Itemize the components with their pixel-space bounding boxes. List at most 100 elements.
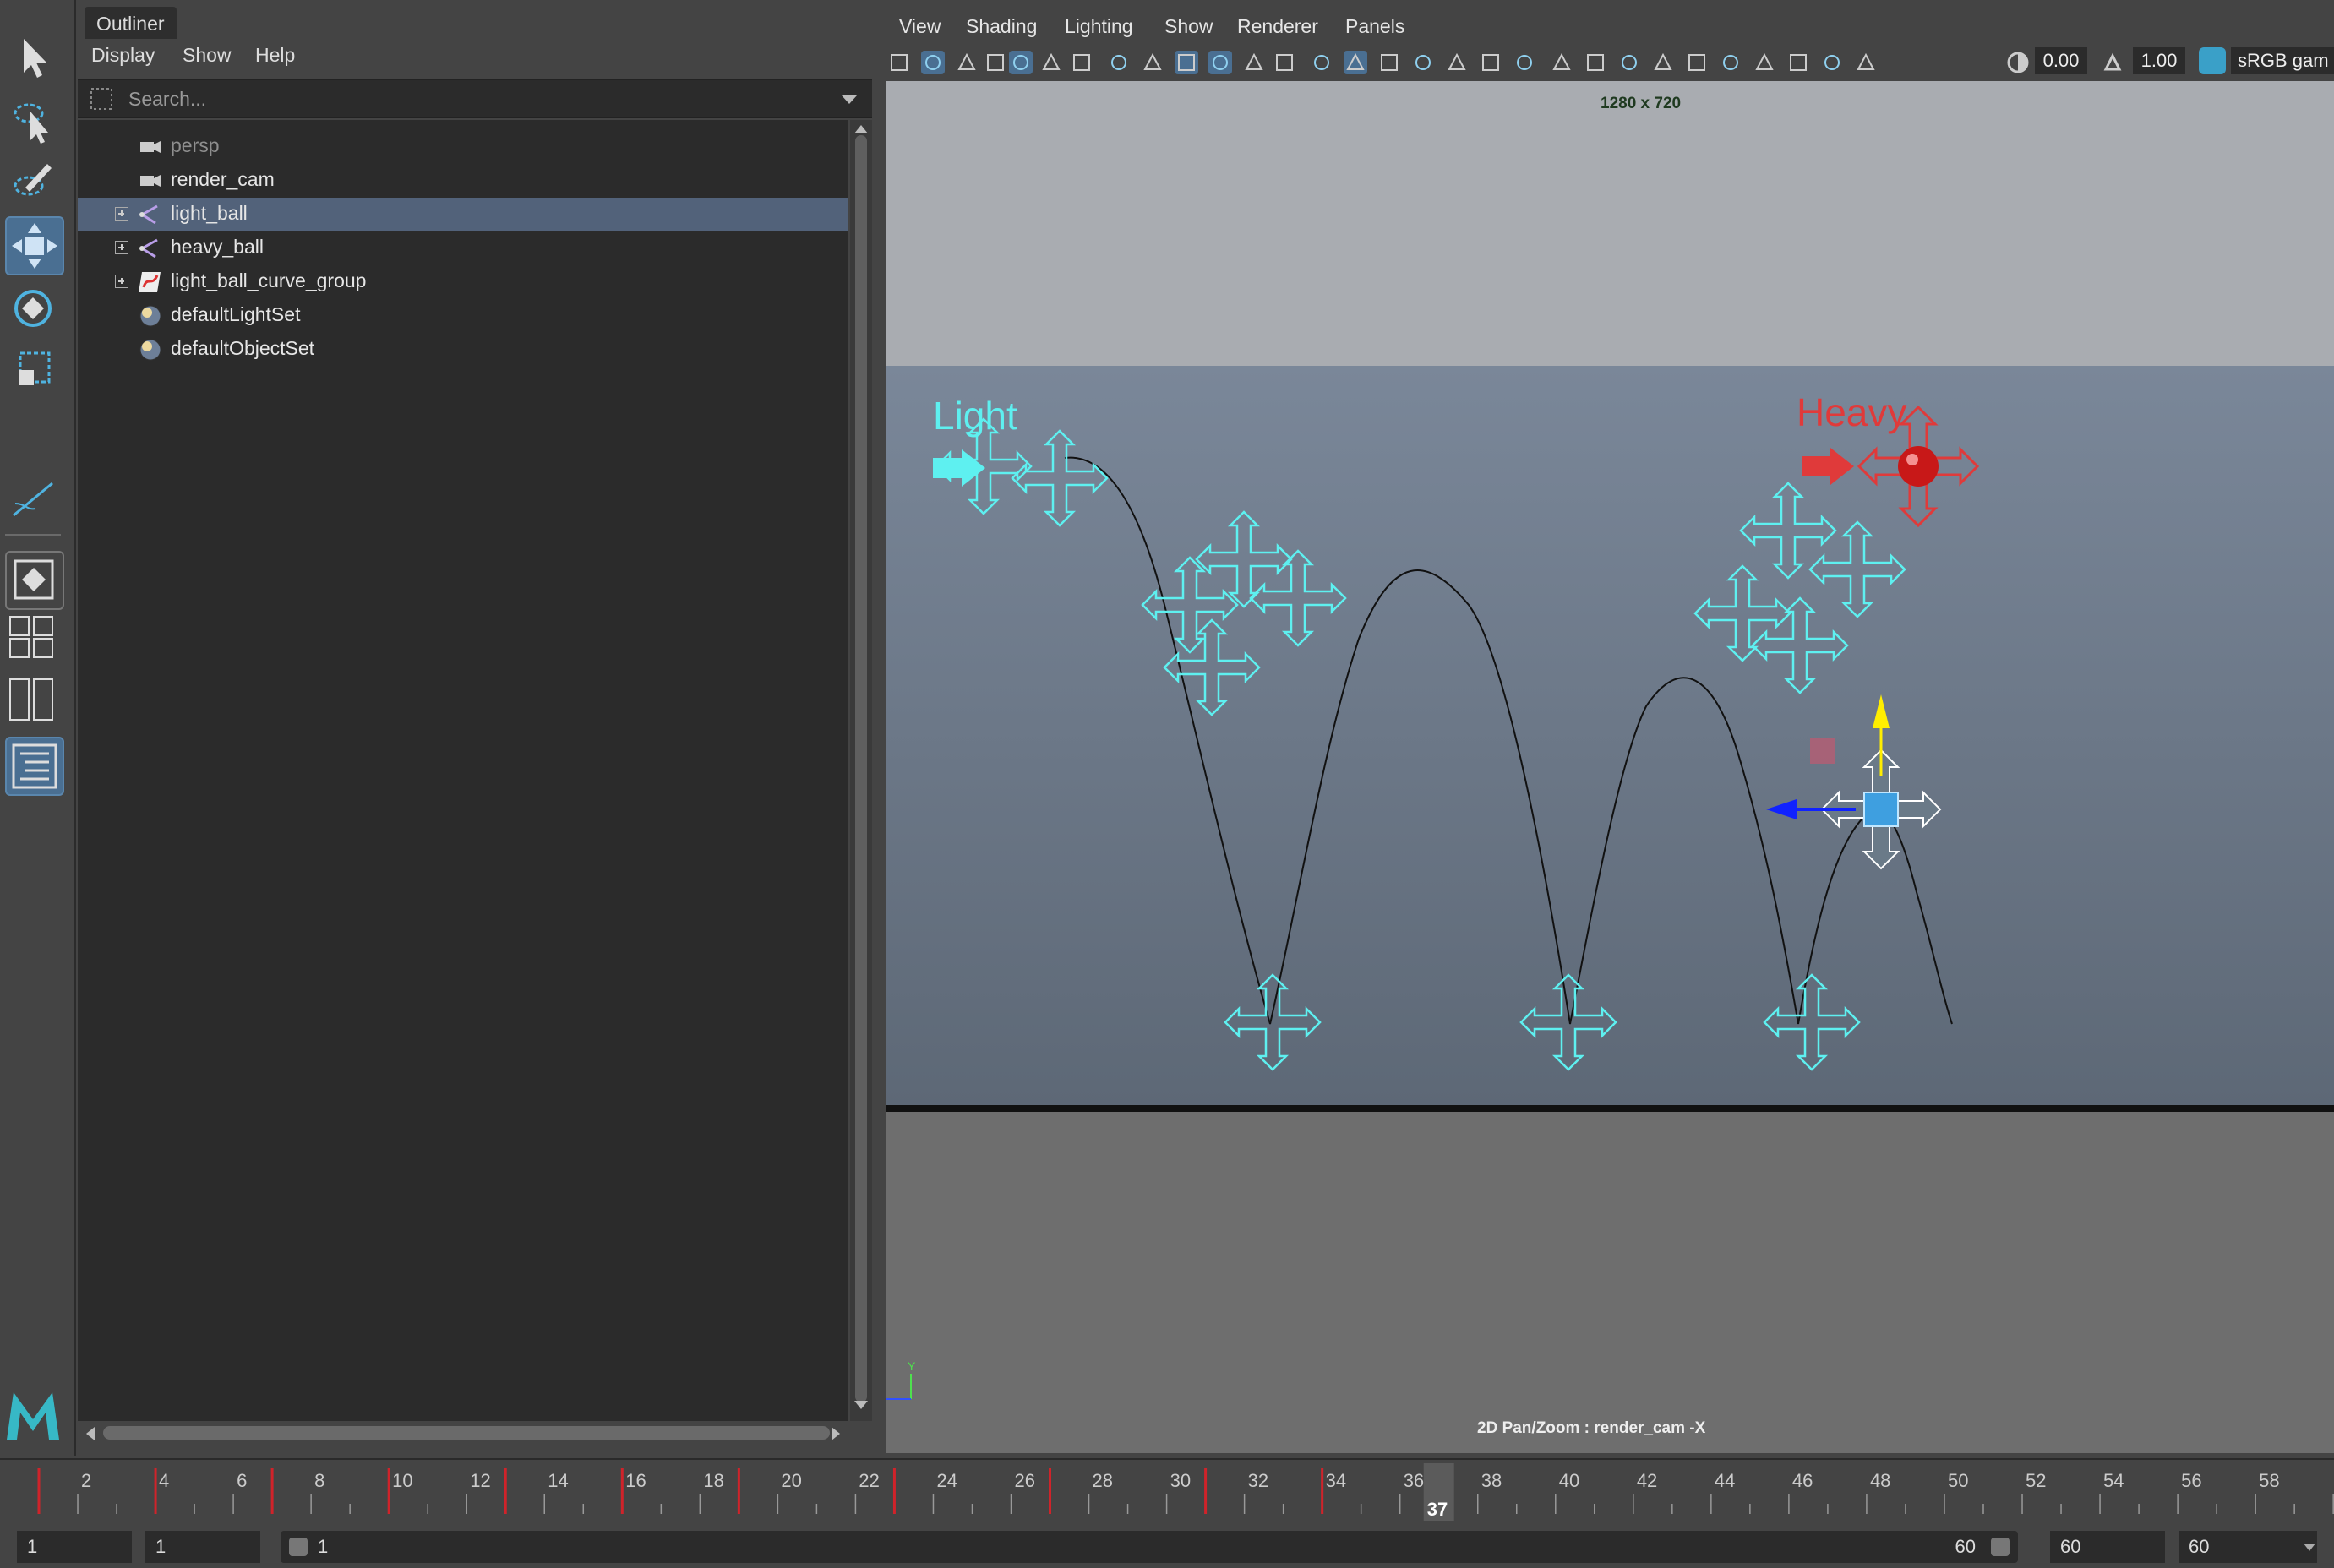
xray-joints-icon[interactable] xyxy=(1719,51,1742,74)
range-start-handle[interactable] xyxy=(289,1538,308,1556)
safe-action-icon[interactable] xyxy=(1242,51,1266,74)
time-slider[interactable]: 2 4 6 8 10 12 14 16 18 20 22 24 26 28 30 32 34 36 38 40 42 44… xyxy=(0,1458,2334,1524)
field-chart-icon[interactable] xyxy=(1208,51,1232,74)
curve-tool-icon[interactable] xyxy=(5,470,61,525)
light-ball-keyframe-control[interactable] xyxy=(1163,618,1261,716)
start-frame-field[interactable]: 1 xyxy=(17,1531,132,1563)
outliner-item[interactable]: defaultObjectSet xyxy=(78,333,848,367)
light-ball-keyframe-control[interactable] xyxy=(1808,520,1906,618)
two-view-layout-icon[interactable] xyxy=(5,672,61,728)
scene-viewport[interactable]: 1280 x 720 Y Light Heavy 2D Pan/Zoom: r… xyxy=(886,81,2334,1453)
gamma-icon[interactable] xyxy=(2101,51,2124,79)
outliner-item[interactable]: persp xyxy=(78,130,848,164)
light-ball-keyframe-control[interactable] xyxy=(1751,596,1849,694)
grease-pencil-icon[interactable] xyxy=(1039,51,1063,74)
lighting-icon[interactable] xyxy=(1479,51,1502,74)
grid-icon[interactable] xyxy=(1070,51,1093,74)
xray-components-icon[interactable] xyxy=(1786,51,1810,74)
light-ball-keyframe-control[interactable] xyxy=(1693,564,1791,662)
lasso-select-icon[interactable] xyxy=(5,91,61,147)
search-input[interactable] xyxy=(127,84,806,114)
outliner-item[interactable]: render_cam xyxy=(78,164,848,198)
scroll-down-icon[interactable] xyxy=(852,1399,870,1417)
light-ball-keyframe-control[interactable] xyxy=(1739,482,1837,580)
menu-help[interactable]: Help xyxy=(255,44,295,67)
range-options-chevron-icon[interactable] xyxy=(2302,1541,2317,1557)
menu-lighting[interactable]: Lighting xyxy=(1065,15,1133,38)
screen-space-ao-icon[interactable] xyxy=(1550,51,1573,74)
outliner-tab[interactable]: Outliner xyxy=(85,7,177,39)
depth-of-field-icon[interactable] xyxy=(1651,51,1675,74)
expand-icon[interactable] xyxy=(115,241,128,254)
end-frame-field[interactable]: 60 xyxy=(2179,1531,2317,1563)
exposure-field[interactable]: 0.00 xyxy=(2035,47,2087,74)
playback-start-field[interactable]: 1 xyxy=(145,1531,260,1563)
film-gate-icon[interactable] xyxy=(1107,51,1131,74)
gamma-field[interactable]: 1.00 xyxy=(2133,47,2185,74)
move-tool-icon[interactable] xyxy=(5,216,64,275)
hud-icon[interactable] xyxy=(1854,51,1878,74)
menu-show[interactable]: Show xyxy=(1164,15,1213,38)
smooth-shade-icon[interactable] xyxy=(1344,51,1367,74)
wireframe-icon[interactable] xyxy=(1310,51,1333,74)
paint-select-icon[interactable] xyxy=(5,152,61,208)
exposure-icon[interactable] xyxy=(2006,51,2030,79)
gate-mask-icon[interactable] xyxy=(1175,51,1198,74)
set-icon xyxy=(137,336,164,363)
outliner-layout-icon[interactable] xyxy=(5,737,64,796)
xray-icon[interactable] xyxy=(1411,51,1435,74)
backface-culling-icon[interactable] xyxy=(1820,51,1844,74)
wireframe-on-shaded-icon[interactable] xyxy=(1445,51,1469,74)
camera-attributes-icon[interactable] xyxy=(921,51,945,74)
outliner-item[interactable]: heavy_ball xyxy=(78,231,848,265)
vertical-scroll-thumb[interactable] xyxy=(855,135,867,1402)
rotate-tool-icon[interactable] xyxy=(5,279,61,335)
range-end-handle[interactable] xyxy=(1991,1538,2010,1556)
expand-icon[interactable] xyxy=(115,275,128,288)
horizontal-scroll-thumb[interactable] xyxy=(103,1426,830,1440)
timeline-tick-label: 26 xyxy=(1015,1470,1035,1491)
expand-icon[interactable] xyxy=(115,207,128,220)
menu-shading[interactable]: Shading xyxy=(966,15,1037,38)
filter-icon[interactable] xyxy=(88,85,115,117)
playback-end-field[interactable]: 60 xyxy=(2050,1531,2165,1563)
bookmark-icon[interactable] xyxy=(955,51,979,74)
light-ball-keyframe-control[interactable] xyxy=(1011,429,1109,527)
select-tool-icon[interactable] xyxy=(5,30,61,86)
four-view-layout-icon[interactable] xyxy=(5,610,61,666)
outliner-item[interactable]: light_ball xyxy=(78,198,848,231)
menu-display[interactable]: Display xyxy=(91,44,155,67)
scroll-right-icon[interactable] xyxy=(830,1424,843,1447)
color-space-dropdown[interactable]: sRGB gam xyxy=(2231,47,2334,74)
shadows-icon[interactable] xyxy=(1513,51,1536,74)
menu-panels[interactable]: Panels xyxy=(1345,15,1404,38)
scroll-left-icon[interactable] xyxy=(83,1424,96,1447)
outliner-item[interactable]: defaultLightSet xyxy=(78,299,848,333)
timeline-tick-label: 4 xyxy=(159,1470,169,1491)
default-material-icon[interactable] xyxy=(1377,51,1401,74)
light-ball-selected[interactable] xyxy=(1766,694,1942,870)
light-ball-keyframe-control[interactable] xyxy=(1141,556,1239,654)
image-plane-icon[interactable] xyxy=(984,51,1007,74)
isolate-select-icon[interactable] xyxy=(1685,51,1709,74)
motion-blur-icon[interactable] xyxy=(1584,51,1607,74)
light-ball-keyframe-control[interactable] xyxy=(1519,973,1617,1071)
2d-pan-zoom-icon[interactable] xyxy=(1009,51,1033,74)
safe-title-icon[interactable] xyxy=(1273,51,1296,74)
scroll-up-icon[interactable] xyxy=(852,122,870,139)
range-slider[interactable]: 1 60 xyxy=(281,1531,2018,1563)
menu-show[interactable]: Show xyxy=(183,44,232,67)
single-view-layout-icon[interactable] xyxy=(5,551,64,610)
outliner-item[interactable]: light_ball_curve_group xyxy=(78,265,848,299)
anti-aliasing-icon[interactable] xyxy=(1617,51,1641,74)
scale-tool-icon[interactable] xyxy=(5,341,61,397)
color-management-toggle-icon[interactable] xyxy=(2199,47,2226,74)
xray-active-icon[interactable] xyxy=(1753,51,1776,74)
light-ball-keyframe-control[interactable] xyxy=(1763,973,1861,1071)
camera-select-icon[interactable] xyxy=(887,51,911,74)
search-options-chevron-icon[interactable] xyxy=(840,90,859,113)
resolution-gate-icon[interactable] xyxy=(1141,51,1164,74)
menu-renderer[interactable]: Renderer xyxy=(1237,15,1318,38)
light-ball-keyframe-control[interactable] xyxy=(1224,973,1322,1071)
menu-view[interactable]: View xyxy=(899,15,941,38)
